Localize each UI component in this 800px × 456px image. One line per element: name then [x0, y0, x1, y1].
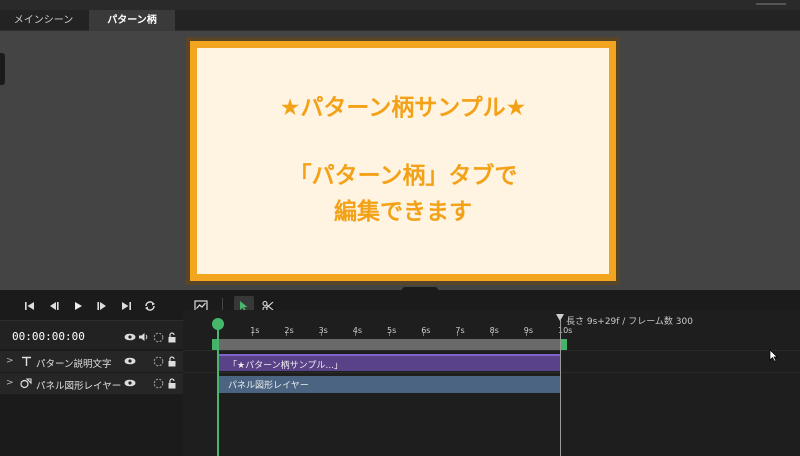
layer-name[interactable]: パターン説明文字 [36, 356, 112, 370]
ruler-label: 5s [387, 326, 397, 335]
range-end-handle[interactable] [560, 339, 567, 350]
panel-grip[interactable] [756, 3, 786, 5]
window-top-strip [0, 0, 800, 10]
dashed-circle-icon[interactable] [152, 377, 164, 389]
preview-title: ★パターン柄サンプル★ [279, 95, 527, 121]
tab-pattern[interactable]: パターン柄 [89, 10, 175, 31]
left-panel-handle[interactable] [0, 53, 5, 85]
playhead-handle[interactable] [212, 318, 224, 330]
mouse-cursor-icon [769, 349, 779, 365]
end-marker-line [560, 320, 561, 456]
layer-row-shape[interactable]: > パネル図形レイヤー [0, 372, 183, 394]
lock-icon[interactable] [166, 377, 178, 389]
step-back-icon[interactable] [46, 298, 62, 314]
play-icon[interactable] [70, 298, 86, 314]
layer-toggles [124, 377, 178, 389]
preview-panel: ★パターン柄サンプル★ 「パターン柄」タブで 編集できます [197, 48, 609, 274]
ruler-label: 3s [318, 326, 328, 335]
chevron-right-icon[interactable]: > [6, 356, 14, 366]
scene-tab-bar: メインシーン パターン柄 [0, 10, 800, 31]
eye-icon[interactable] [124, 331, 136, 343]
shape-layer-icon [20, 377, 32, 389]
timecode-display: 00:00:00:00 [12, 330, 85, 343]
loop-icon[interactable] [142, 298, 158, 314]
eye-icon[interactable] [124, 355, 136, 367]
clip-label: 「★パターン柄サンプル...」 [228, 361, 343, 371]
preview-area: ★パターン柄サンプル★ 「パターン柄」タブで 編集できます [0, 31, 800, 292]
lock-icon[interactable] [166, 355, 178, 367]
speaker-icon[interactable] [138, 331, 150, 343]
ruler-label: 8s [489, 326, 499, 335]
end-marker[interactable] [556, 314, 564, 321]
text-layer-icon [20, 355, 32, 367]
playhead-line[interactable] [217, 328, 219, 456]
layer-toggles [124, 355, 178, 367]
ruler-label: 6s [421, 326, 431, 335]
dashed-circle-icon[interactable] [152, 331, 164, 343]
dashed-circle-icon[interactable] [152, 355, 164, 367]
skip-to-start-icon[interactable] [22, 298, 38, 314]
playback-range-bar[interactable] [212, 339, 567, 350]
timeline-header: 00:00:00:00 [0, 320, 183, 349]
ruler-label: 7s [455, 326, 465, 335]
skip-to-end-icon[interactable] [118, 298, 134, 314]
clip-text[interactable]: 「★パターン柄サンプル...」 [218, 354, 560, 371]
layer-row-text[interactable]: > パターン説明文字 [0, 350, 183, 372]
transport-controls [0, 292, 183, 320]
ruler-label: 4s [352, 326, 363, 335]
timeline-area[interactable]: 長さ 9s+29f / フレーム数 300 1s 2s 3s 4s 5s 6s 7s 8s 9s… [183, 310, 800, 456]
clip-shape[interactable]: パネル図形レイヤー [218, 376, 560, 393]
layer-list-empty-area [0, 394, 183, 456]
eye-icon[interactable] [124, 377, 136, 389]
ruler-label: 2s [284, 326, 294, 335]
header-layer-toggles [124, 331, 178, 343]
preview-line-2: 「パターン柄」タブで [288, 163, 518, 189]
ruler-label: 1s [250, 326, 260, 335]
preview-line-3: 編集できます [334, 199, 472, 225]
layer-name[interactable]: パネル図形レイヤー [36, 378, 121, 392]
tab-main-scene[interactable]: メインシーン [0, 10, 87, 31]
step-forward-icon[interactable] [94, 298, 110, 314]
clip-label: パネル図形レイヤー [228, 381, 309, 391]
time-ruler[interactable]: 1s 2s 3s 4s 5s 6s 7s 8s 9s 10s [183, 320, 800, 338]
chevron-right-icon[interactable]: > [6, 378, 14, 388]
lock-icon[interactable] [166, 331, 178, 343]
ruler-label: 9s [523, 326, 534, 335]
